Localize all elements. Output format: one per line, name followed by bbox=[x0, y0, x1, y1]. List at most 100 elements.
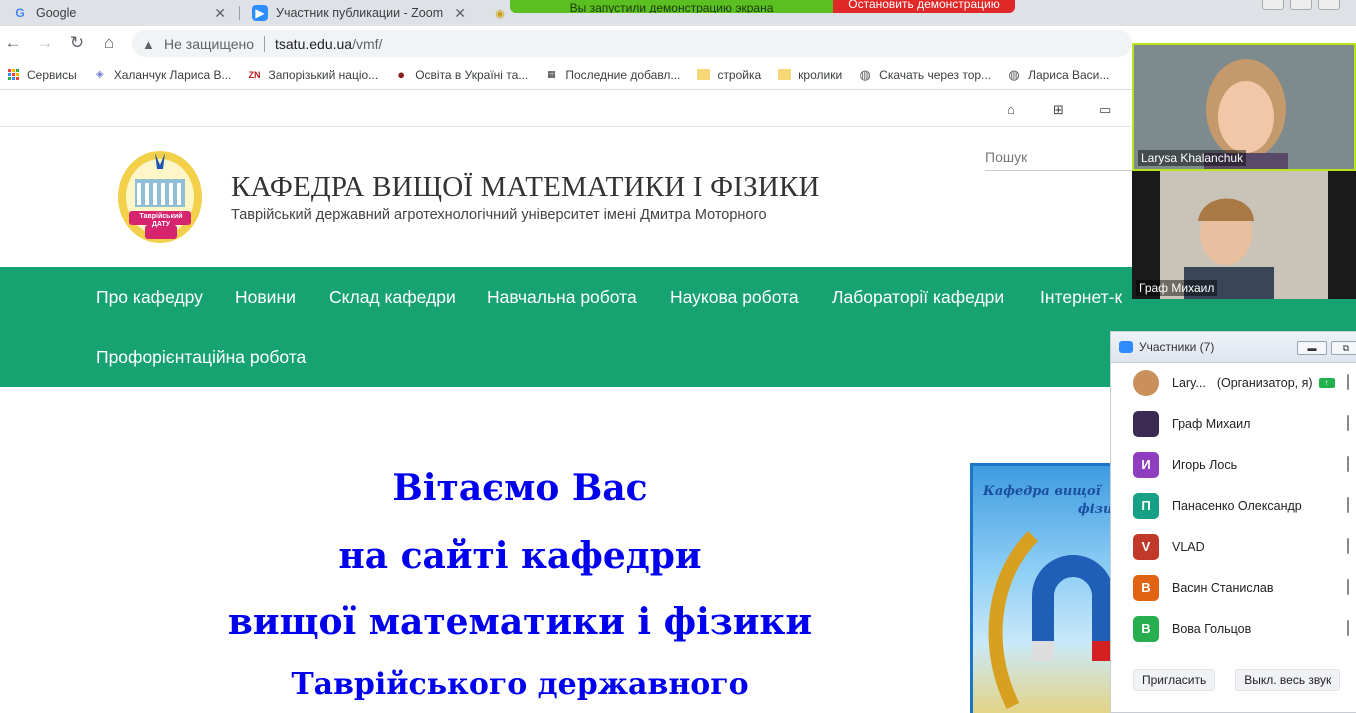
participant-row[interactable]: В Васин Станислав bbox=[1111, 567, 1356, 608]
globe-icon: ◍ bbox=[1008, 66, 1020, 82]
stop-share-label: Остановить демонстрацию bbox=[848, 0, 1000, 11]
address-bar[interactable]: ▲ Не защищено tsatu.edu.ua /vmf/ bbox=[132, 30, 1132, 57]
microphone-icon[interactable] bbox=[1347, 620, 1355, 636]
welcome-line-4: Таврійського державного bbox=[291, 667, 749, 702]
video-tile-host[interactable]: Larysa Khalanchuk bbox=[1132, 43, 1356, 171]
share-status: Вы запустили демонстрацию экрана bbox=[510, 0, 833, 13]
bookmark-item[interactable]: ZN Запорізький націо... bbox=[247, 68, 378, 82]
apps-grid-icon bbox=[6, 68, 20, 82]
logo-text: Таврійський ДАТУ bbox=[139, 213, 183, 228]
reload-icon[interactable]: ↻ bbox=[66, 32, 88, 54]
tab-label: Участник публикации - Zoom bbox=[276, 6, 444, 20]
menu-item-news[interactable]: Новини bbox=[235, 287, 296, 308]
avatar: В bbox=[1133, 574, 1159, 601]
site-subtitle: Таврійський державний агротехнологічний … bbox=[231, 207, 767, 223]
participant-row[interactable]: Lary... (Организатор, я) ↑ bbox=[1111, 362, 1356, 403]
bookmark-label: Лариса Васи... bbox=[1028, 67, 1110, 82]
desktop-icon[interactable]: ▭ bbox=[1099, 102, 1111, 118]
bookmark-item[interactable]: ◍ Лариса Васи... bbox=[1007, 66, 1110, 82]
department-poster[interactable]: Кафедра вищої фізи bbox=[970, 463, 1130, 713]
screen: { "browser": { "tabs": [ {"label": "Goog… bbox=[0, 0, 1356, 713]
bookmark-folder[interactable]: кролики bbox=[777, 68, 842, 82]
panel-minimize-icon[interactable]: ▬ bbox=[1297, 341, 1327, 355]
bookmark-label: Освіта в Україні та... bbox=[415, 67, 529, 82]
folder-icon bbox=[777, 68, 791, 82]
menu-item-teaching[interactable]: Навчальна робота bbox=[487, 287, 637, 308]
microphone-icon[interactable] bbox=[1347, 538, 1355, 554]
url-path: /vmf/ bbox=[352, 35, 383, 52]
participant-row[interactable]: П Панасенко Олександр bbox=[1111, 485, 1356, 526]
avatar: П bbox=[1133, 492, 1159, 519]
panel-footer: Пригласить Выкл. весь звук bbox=[1133, 669, 1341, 691]
bookmark-item[interactable]: ◍ Скачать через тор... bbox=[858, 66, 992, 82]
address-separator bbox=[264, 35, 265, 52]
panel-title: Участники (7) bbox=[1139, 340, 1215, 354]
bookmark-apps[interactable]: Сервисы bbox=[6, 68, 77, 82]
bookmark-label: Запорізький націо... bbox=[268, 67, 379, 82]
menu-item-research[interactable]: Наукова робота bbox=[670, 287, 799, 308]
menu-item-internet[interactable]: Інтернет-к bbox=[1040, 287, 1122, 308]
microphone-icon[interactable] bbox=[1347, 456, 1355, 472]
participant-row[interactable]: И Игорь Лось bbox=[1111, 444, 1356, 485]
bookmark-label: Последние добавл... bbox=[565, 67, 681, 82]
avatar bbox=[1133, 410, 1159, 437]
microphone-icon[interactable] bbox=[1347, 579, 1355, 595]
security-label[interactable]: Не защищено bbox=[164, 36, 254, 52]
participant-name: Lary... bbox=[1172, 375, 1206, 390]
warning-icon: ▲ bbox=[142, 36, 155, 52]
magnet-wheat-icon bbox=[988, 531, 1114, 710]
video-name-label: Граф Михаил bbox=[1136, 280, 1218, 296]
tab-google[interactable]: G Google ✕ bbox=[0, 0, 238, 26]
url-host: tsatu.edu.ua bbox=[275, 35, 353, 52]
zoom-share-bar: Вы запустили демонстрацию экрана Останов… bbox=[510, 0, 1015, 13]
search-input[interactable]: Пошук bbox=[985, 147, 1135, 171]
mute-all-button[interactable]: Выкл. весь звук bbox=[1235, 669, 1341, 691]
close-tab-icon[interactable]: ✕ bbox=[214, 5, 226, 22]
share-status-text: Вы запустили демонстрацию экрана bbox=[569, 1, 774, 13]
close-window-icon[interactable] bbox=[1318, 0, 1340, 10]
bookmark-folder[interactable]: стройка bbox=[696, 68, 761, 82]
bookmark-label: Сервисы bbox=[27, 67, 77, 82]
participant-row[interactable]: Граф Михаил bbox=[1111, 403, 1356, 444]
microphone-icon[interactable] bbox=[1347, 415, 1355, 431]
avatar: И bbox=[1133, 451, 1159, 478]
participant-name: Панасенко Олександр bbox=[1172, 498, 1302, 513]
invite-button[interactable]: Пригласить bbox=[1133, 669, 1216, 691]
minimize-window-icon[interactable] bbox=[1262, 0, 1284, 10]
menu-item-career[interactable]: Профорієнтаційна робота bbox=[96, 347, 306, 368]
tab-zoom[interactable]: ▶ Участник публикации - Zoom ✕ bbox=[240, 0, 478, 26]
participant-row[interactable]: V VLAD bbox=[1111, 526, 1356, 567]
participant-name: VLAD bbox=[1172, 539, 1205, 554]
sitemap-icon[interactable]: ⊞ bbox=[1053, 102, 1064, 118]
bookmark-item[interactable]: ◈ Халанчук Лариса В... bbox=[93, 68, 232, 82]
video-tile-participant[interactable]: Граф Михаил bbox=[1132, 171, 1356, 299]
bookmark-item[interactable]: ▦ Последние добавл... bbox=[544, 68, 680, 82]
folder-icon bbox=[696, 68, 710, 82]
zoom-icon bbox=[1119, 341, 1133, 353]
university-logo[interactable]: Таврійський ДАТУ bbox=[115, 147, 205, 247]
zoom-icon: ▶ bbox=[252, 5, 268, 21]
home-icon[interactable]: ⌂ bbox=[1007, 102, 1015, 117]
participant-name: Граф Михаил bbox=[1172, 416, 1251, 431]
panel-popout-icon[interactable]: ⧉ bbox=[1331, 341, 1356, 355]
globe-icon: ◍ bbox=[859, 66, 871, 82]
menu-item-staff[interactable]: Склад кафедри bbox=[329, 287, 456, 308]
menu-item-about[interactable]: Про кафедру bbox=[96, 287, 203, 308]
menu-item-labs[interactable]: Лабораторії кафедри bbox=[832, 287, 1004, 308]
bookmark-item[interactable]: ● Освіта в Україні та... bbox=[394, 67, 529, 82]
profile-icon: ◈ bbox=[95, 69, 104, 80]
back-icon[interactable]: ← bbox=[2, 32, 24, 54]
forward-icon[interactable]: → bbox=[34, 32, 56, 54]
seal-icon: ● bbox=[397, 67, 406, 82]
bookmark-label: кролики bbox=[798, 67, 843, 82]
maximize-window-icon[interactable] bbox=[1290, 0, 1312, 10]
stop-share-button[interactable]: Остановить демонстрацию bbox=[833, 0, 1015, 13]
participant-name: Игорь Лось bbox=[1172, 457, 1238, 472]
microphone-icon[interactable] bbox=[1347, 374, 1355, 390]
microphone-icon[interactable] bbox=[1347, 497, 1355, 513]
participant-row[interactable]: В Вова Гольцов bbox=[1111, 608, 1356, 649]
znu-icon: ZN bbox=[248, 69, 261, 80]
video-name-label: Larysa Khalanchuk bbox=[1138, 150, 1247, 166]
home-icon[interactable]: ⌂ bbox=[98, 32, 120, 54]
close-tab-icon[interactable]: ✕ bbox=[454, 5, 466, 22]
